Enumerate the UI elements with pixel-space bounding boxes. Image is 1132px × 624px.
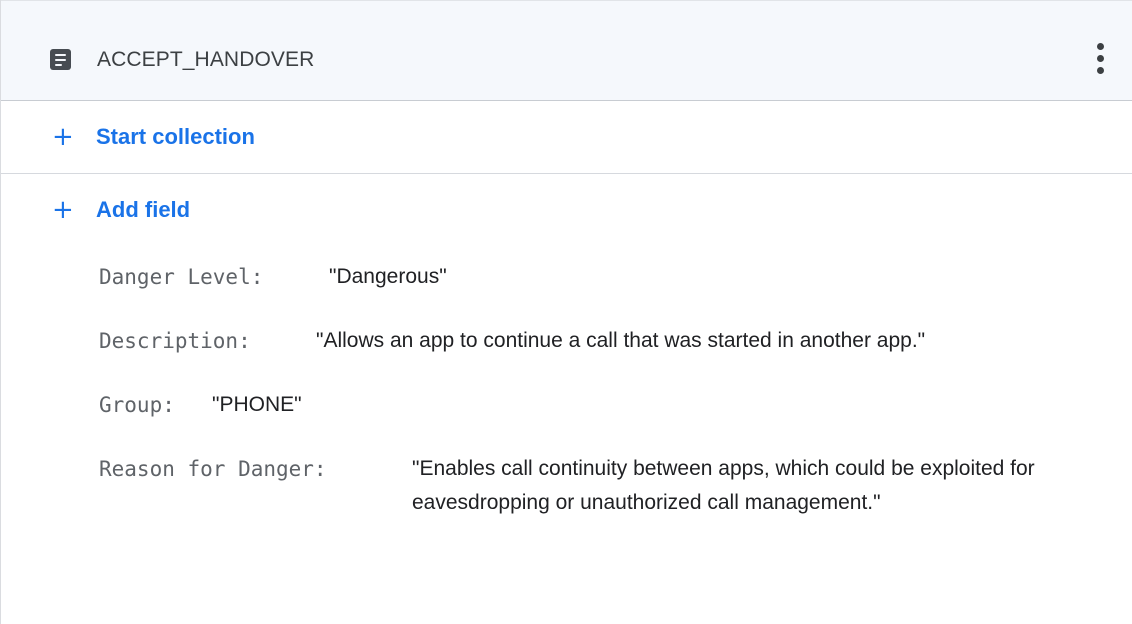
field-value: "Enables call continuity between apps, w… [412, 457, 1035, 514]
field-key: Group: [99, 393, 175, 417]
field-value: "Allows an app to continue a call that w… [316, 329, 926, 352]
document-panel: ACCEPT_HANDOVER + Start collection + Add… [0, 0, 1132, 624]
document-title: ACCEPT_HANDOVER [97, 48, 315, 71]
field-value: "Dangerous" [329, 265, 447, 288]
document-icon [50, 49, 71, 70]
field-key: Danger Level: [99, 265, 264, 289]
add-field-button[interactable]: + Add field [1, 197, 301, 223]
add-icon: + [52, 195, 74, 225]
add-field-label: Add field [96, 197, 191, 222]
document-header: ACCEPT_HANDOVER [1, 0, 1132, 101]
field-value: "PHONE" [212, 393, 302, 416]
more-vert-icon[interactable] [1089, 41, 1113, 77]
field-key: Reason for Danger: [99, 457, 327, 481]
divider [1, 173, 1132, 174]
field-key: Description: [99, 329, 251, 353]
start-collection-label: Start collection [96, 124, 255, 149]
start-collection-button[interactable]: + Start collection [1, 124, 401, 150]
add-icon: + [52, 122, 74, 152]
